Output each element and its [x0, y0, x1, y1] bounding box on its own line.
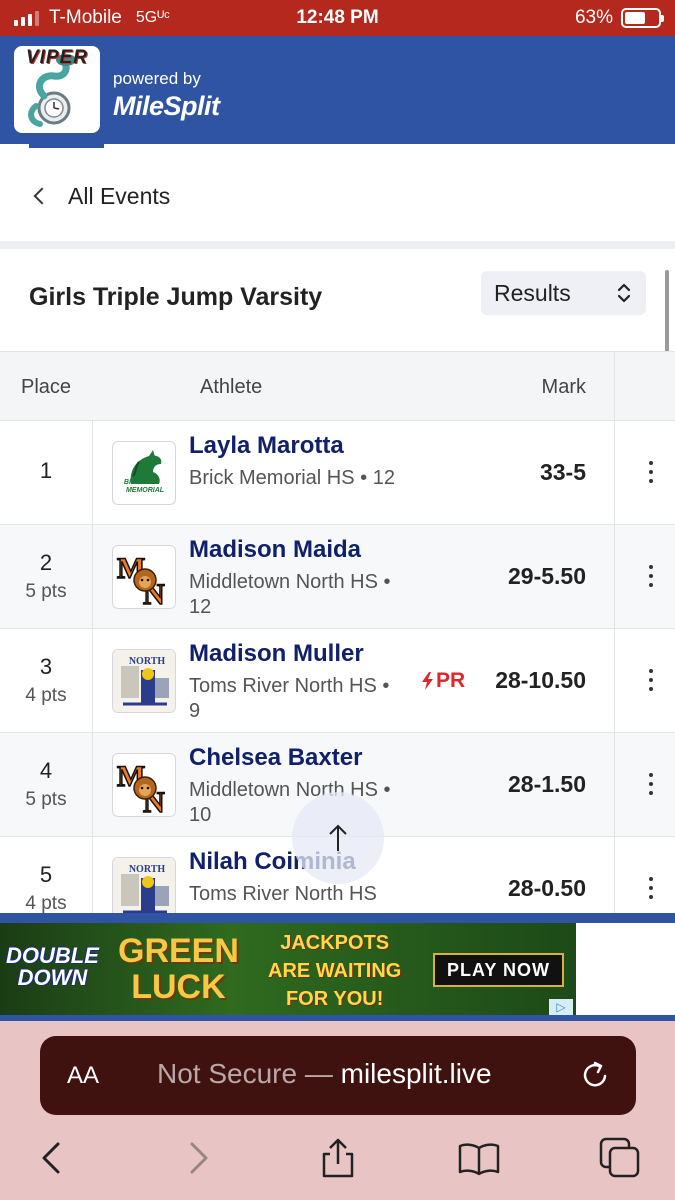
url-text[interactable]: Not Secure — milesplit.live: [157, 1058, 492, 1090]
more-options-icon[interactable]: [649, 877, 653, 899]
table-row[interactable]: 3 4 pts NORTH Madison Muller Toms River …: [0, 629, 675, 733]
tabs-icon[interactable]: [598, 1136, 642, 1180]
scroll-to-top-button[interactable]: [292, 792, 384, 884]
team-points: 5 pts: [25, 789, 67, 810]
battery-icon: [621, 8, 664, 28]
table-row[interactable]: 2 5 pts M N Madison Maida Middletown Nor…: [0, 525, 675, 629]
team-logo-brick-memorial: MEMORIAL BRICK: [112, 441, 176, 505]
team-logo-middletown-north: M N: [112, 753, 176, 817]
url-host: milesplit.live: [340, 1058, 492, 1089]
view-select-value: Results: [494, 279, 571, 306]
ad-headline-line1: GREEN: [118, 932, 239, 970]
more-options-icon[interactable]: [649, 565, 653, 587]
team-logo-toms-river-north: NORTH: [112, 649, 176, 713]
ad-container: DOUBLE DOWN GREEN LUCK JACKPOTS ARE WAIT…: [0, 913, 675, 1021]
ad-tag-line1: JACKPOTS: [280, 932, 390, 954]
battery-percent: 63%: [574, 7, 613, 28]
ad-brand-line2: DOWN: [17, 965, 88, 990]
mark-value: 28-10.50: [495, 667, 586, 693]
back-to-all-events-link[interactable]: All Events: [0, 160, 675, 232]
team-points: 4 pts: [25, 893, 67, 914]
place-number: 4: [39, 758, 53, 783]
text-size-button[interactable]: AA: [67, 1062, 99, 1090]
ad-tagline: JACKPOTS ARE WAITING FOR YOU!: [268, 929, 401, 1013]
browser-chrome: AA Not Secure — milesplit.live: [0, 1021, 675, 1200]
ad-choices-icon[interactable]: ▷: [549, 999, 573, 1015]
active-tab-indicator: [29, 144, 104, 148]
mark-value: 28-0.50: [507, 875, 586, 901]
more-options-icon[interactable]: [649, 461, 653, 483]
team-logo-toms-river-north: NORTH: [112, 857, 176, 921]
athlete-team: Middletown North HS • 12: [189, 571, 391, 618]
toms-river-north-mariner-icon: NORTH: [113, 858, 175, 920]
bookmarks-icon[interactable]: [457, 1136, 501, 1180]
svg-text:BRICK: BRICK: [124, 479, 147, 486]
text-size-label: AA: [67, 1062, 100, 1089]
mark-value: 29-5.50: [507, 563, 586, 589]
athlete-name-link[interactable]: Madison Muller: [189, 640, 364, 668]
athlete-team: Brick Memorial HS • 12: [189, 467, 395, 489]
middletown-north-lion-icon: M N: [116, 551, 166, 608]
place-number: 2: [39, 550, 53, 575]
header-mark[interactable]: Mark: [542, 376, 586, 399]
forward-arrow-icon[interactable]: [176, 1136, 220, 1180]
table-row[interactable]: 1 MEMORIAL BRICK Layla Marotta Brick Mem…: [0, 421, 675, 525]
mark-value: 33-5: [539, 459, 586, 485]
personal-record-badge: PR: [421, 669, 465, 693]
milesplit-brand[interactable]: MileSplit: [113, 91, 220, 122]
header-place[interactable]: Place: [21, 376, 71, 399]
athlete-name-link[interactable]: Chelsea Baxter: [189, 744, 362, 772]
ad-brand-line1: DOUBLE: [6, 943, 99, 968]
viper-logo-text: VIPER: [25, 47, 89, 68]
clock: 12:48 PM: [296, 7, 379, 28]
athlete-name-link[interactable]: Layla Marotta: [189, 432, 344, 460]
address-bar[interactable]: AA Not Secure — milesplit.live: [40, 1036, 636, 1115]
lightning-bolt-icon: [422, 672, 433, 690]
brick-memorial-mustang-icon: MEMORIAL BRICK: [123, 450, 167, 494]
ad-tag-line3: FOR YOU!: [285, 988, 384, 1010]
arrow-up-icon: [329, 824, 347, 851]
header-athlete[interactable]: Athlete: [200, 376, 262, 399]
place-number: 5: [39, 862, 53, 887]
security-label: Not Secure —: [157, 1058, 341, 1089]
ad-tag-line2: ARE WAITING: [268, 960, 402, 982]
svg-text:NORTH: NORTH: [129, 864, 166, 875]
more-options-icon[interactable]: [649, 669, 653, 691]
ad-headline: GREEN LUCK: [118, 933, 239, 1005]
toms-river-north-mariner-icon: NORTH: [113, 650, 175, 712]
status-bar: T-Mobile 5Gᵁᶜ 12:48 PM 63%: [0, 0, 675, 36]
section-divider: [0, 241, 675, 249]
table-header: Place Athlete Mark: [0, 351, 675, 421]
team-points: 4 pts: [25, 685, 67, 706]
back-label: All Events: [68, 182, 171, 209]
ad-brand: DOUBLE DOWN: [6, 945, 99, 989]
svg-text:MEMORIAL: MEMORIAL: [126, 487, 164, 494]
mark-value: 28-1.50: [507, 771, 586, 797]
viper-logo[interactable]: VIPER: [14, 46, 100, 133]
place-number: 1: [39, 458, 53, 483]
ad-banner[interactable]: DOUBLE DOWN GREEN LUCK JACKPOTS ARE WAIT…: [0, 923, 576, 1015]
svg-text:NORTH: NORTH: [129, 656, 166, 667]
chevron-up-down-icon: [617, 283, 631, 303]
athlete-team: Toms River North HS • 9: [189, 675, 390, 722]
more-options-icon[interactable]: [649, 773, 653, 795]
ad-play-now-button[interactable]: PLAY NOW: [433, 953, 564, 987]
place-number: 3: [39, 654, 53, 679]
athlete-team: Toms River North HS: [189, 883, 377, 905]
reload-icon[interactable]: [580, 1059, 612, 1091]
athlete-name-link[interactable]: Madison Maida: [189, 536, 361, 564]
chevron-left-icon: [33, 187, 51, 205]
view-select[interactable]: Results: [481, 271, 646, 315]
middletown-north-lion-icon: M N: [116, 759, 166, 816]
team-logo-middletown-north: M N: [112, 545, 176, 609]
event-title: Girls Triple Jump Varsity: [29, 283, 323, 311]
pr-label: PR: [436, 669, 466, 692]
team-points: 5 pts: [25, 581, 67, 602]
back-arrow-icon[interactable]: [30, 1136, 74, 1180]
powered-by-label: powered by: [113, 69, 201, 88]
app-header: VIPER powered by MileSplit: [0, 36, 675, 144]
share-icon[interactable]: [316, 1136, 360, 1180]
ad-headline-line2: LUCK: [131, 968, 226, 1006]
